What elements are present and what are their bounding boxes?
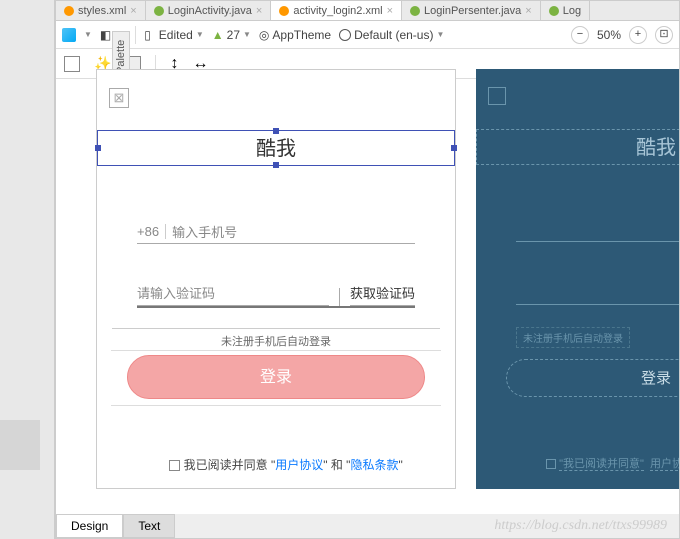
file-tab-label: styles.xml [78, 5, 126, 17]
phone-placeholder: 输入手机号 [172, 222, 237, 241]
orientation-icon[interactable]: ◧ [100, 28, 111, 42]
code-input[interactable]: 请输入验证码 [137, 283, 329, 306]
locale-value: Default (en-us) [354, 28, 433, 42]
file-tab-label: activity_login2.xml [293, 5, 382, 17]
user-protocol-link[interactable]: 用户协议 [275, 458, 323, 472]
zoom-value: 50% [597, 28, 621, 42]
missing-image-icon[interactable]: ⊠ [109, 88, 129, 108]
selection-handle[interactable] [273, 162, 279, 168]
file-tab-label: LoginActivity.java [168, 5, 252, 17]
java-file-icon [549, 6, 559, 16]
blueprint-preview[interactable]: 酷我 未注册手机后自动登录 登录 "我已阅读并同意" 用户协 [476, 69, 679, 489]
file-tab-activitylogin2[interactable]: activity_login2.xml × [271, 1, 402, 20]
phone-input[interactable]: +86 输入手机号 [137, 220, 415, 244]
editor-gutter [0, 0, 55, 539]
agreement-row: "我已阅读并同意" 用户协 [546, 455, 679, 471]
login-label: 登录 [260, 369, 292, 386]
login-button[interactable]: 登录 [506, 359, 679, 397]
phone-input-outline[interactable] [516, 241, 679, 242]
title-text: 酷我 [256, 138, 296, 160]
title-text: 酷我 [636, 137, 676, 159]
missing-image-icon[interactable] [488, 87, 506, 105]
selection-handle[interactable] [95, 145, 101, 151]
file-tab-styles[interactable]: styles.xml × [56, 1, 146, 20]
file-tab-label: Log [563, 5, 581, 17]
code-input-outline[interactable] [516, 304, 679, 305]
close-icon[interactable]: × [387, 5, 393, 17]
privacy-link[interactable]: 隐私条款 [350, 458, 398, 472]
zoom-in-button[interactable]: + [629, 26, 647, 44]
design-toolbar: ▼ ◧▼ ▯ Edited▼ ▲27▼ ◎AppTheme Default (e… [56, 21, 679, 49]
close-icon[interactable]: × [130, 5, 136, 17]
theme-icon: ◎ [259, 28, 269, 42]
agree-text: 我已阅读并同意 " [184, 458, 276, 472]
device-preview[interactable]: ⊠ 酷我 +86 输入手机号 请输入验证码 获取验证码 未注册手机后自动登录 登… [96, 69, 456, 489]
xml-file-icon [279, 6, 289, 16]
globe-icon [339, 29, 351, 41]
agree-checkbox[interactable] [169, 460, 180, 471]
title-textview[interactable]: 酷我 [476, 129, 679, 165]
api-dropdown[interactable]: ▲27▼ [212, 28, 251, 42]
file-tab-label: LoginPersenter.java [424, 5, 521, 17]
layout-editor: styles.xml × LoginActivity.java × activity… [55, 0, 680, 539]
login-label: 登录 [641, 370, 671, 387]
selection-handle[interactable] [451, 145, 457, 151]
text-tab[interactable]: Text [123, 514, 175, 538]
auto-register-hint: 未注册手机后自动登录 [516, 327, 630, 348]
java-file-icon [154, 6, 164, 16]
editor-mode-tabs: Design Text https://blog.csdn.net/ttxs99… [56, 514, 679, 538]
title-textview[interactable]: 酷我 [97, 130, 455, 166]
surface-select-icon[interactable] [62, 28, 76, 42]
file-tab-log[interactable]: Log [541, 1, 590, 20]
chevron-down-icon: ▼ [436, 30, 444, 39]
auto-register-hint: 未注册手机后自动登录 [112, 328, 440, 349]
file-tab-loginactivity[interactable]: LoginActivity.java × [146, 1, 272, 20]
agree-suffix: " [398, 458, 402, 472]
close-icon[interactable]: × [256, 5, 262, 17]
layout-grid-icon[interactable] [64, 56, 80, 72]
android-icon: ▲ [212, 28, 224, 42]
zoom-out-button[interactable]: − [571, 26, 589, 44]
file-tab-bar: styles.xml × LoginActivity.java × activity… [56, 1, 679, 21]
get-code-button[interactable]: 获取验证码 [350, 283, 415, 306]
close-icon[interactable]: × [525, 5, 531, 17]
chevron-down-icon[interactable]: ▼ [84, 30, 92, 39]
code-placeholder: 请输入验证码 [137, 286, 215, 301]
selection-handle[interactable] [273, 128, 279, 134]
theme-value: AppTheme [272, 28, 331, 42]
gutter-block [0, 420, 40, 470]
separator [339, 288, 340, 306]
separator [135, 26, 136, 44]
design-tab[interactable]: Design [56, 514, 123, 538]
country-code-label: +86 [137, 224, 166, 239]
file-tab-loginpresenter[interactable]: LoginPersenter.java × [402, 1, 541, 20]
get-code-label: 获取验证码 [350, 286, 415, 301]
zoom-fit-button[interactable]: ⊡ [655, 26, 673, 44]
watermark-text: https://blog.csdn.net/ttxs99989 [494, 518, 667, 534]
agree-mid: " 和 " [323, 458, 350, 472]
agreement-row: 我已阅读并同意 "用户协议" 和 "隐私条款" [147, 456, 425, 473]
api-value: 27 [227, 28, 240, 42]
chevron-down-icon: ▼ [196, 30, 204, 39]
login-button[interactable]: 登录 [127, 355, 425, 399]
xml-file-icon [64, 6, 74, 16]
chevron-down-icon: ▼ [243, 30, 251, 39]
edited-label: Edited [159, 28, 193, 42]
theme-dropdown[interactable]: ◎AppTheme [259, 28, 331, 42]
design-canvas[interactable]: ⊠ 酷我 +86 输入手机号 请输入验证码 获取验证码 未注册手机后自动登录 登… [86, 59, 679, 508]
edited-dropdown[interactable]: Edited▼ [159, 28, 204, 42]
java-file-icon [410, 6, 420, 16]
verify-code-row: 请输入验证码 获取验证码 [137, 280, 415, 308]
device-icon[interactable]: ▯ [144, 28, 151, 42]
locale-dropdown[interactable]: Default (en-us)▼ [339, 28, 444, 42]
agree-checkbox[interactable] [546, 459, 556, 469]
